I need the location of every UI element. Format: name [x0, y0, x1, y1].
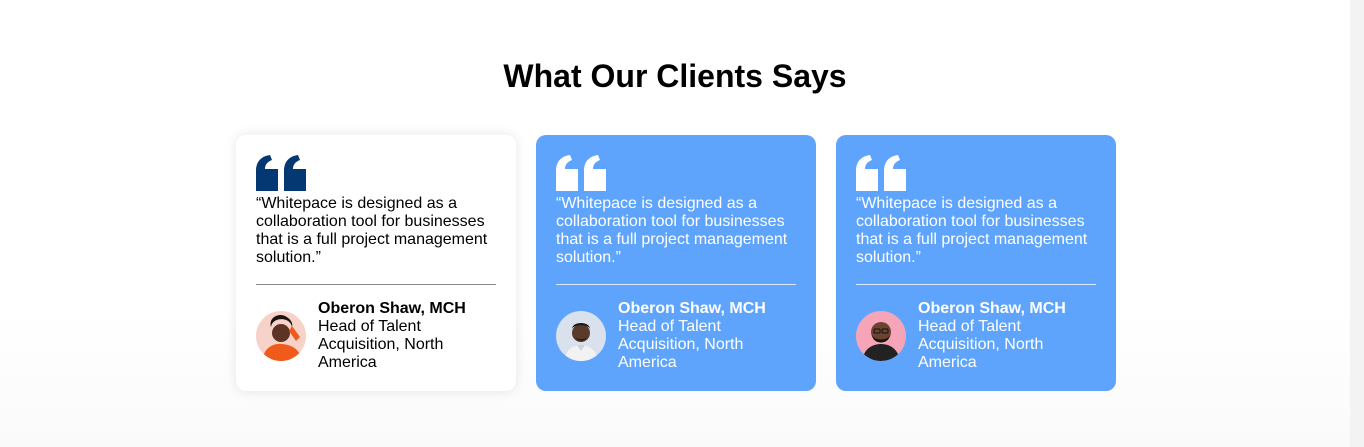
section-title: What Our Clients Says — [503, 58, 847, 94]
testimonials-section: What Our Clients Says “Whitepace is desi… — [0, 0, 1350, 447]
testimonial-quote: “Whitepace is designed as a collaboratio… — [556, 195, 788, 266]
quote-icon — [256, 155, 306, 191]
testimonial-card: “Whitepace is designed as a collaboratio… — [836, 135, 1116, 391]
author-name: Oberon Shaw, MCH — [618, 300, 766, 317]
testimonial-quote: “Whitepace is designed as a collaboratio… — [856, 195, 1088, 266]
testimonial-quote: “Whitepace is designed as a collaboratio… — [256, 195, 488, 266]
avatar — [256, 311, 306, 361]
scrollbar-track[interactable] — [1350, 0, 1364, 447]
author-block: Oberon Shaw, MCH Head of Talent Acquisit… — [856, 300, 1096, 372]
author-role: Head of Talent Acquisition, North Americ… — [918, 318, 1044, 371]
testimonial-card: “Whitepace is designed as a collaboratio… — [536, 135, 816, 391]
author-name: Oberon Shaw, MCH — [918, 300, 1066, 317]
author-name: Oberon Shaw, MCH — [318, 300, 466, 317]
author-block: Oberon Shaw, MCH Head of Talent Acquisit… — [556, 300, 796, 372]
author-block: Oberon Shaw, MCH Head of Talent Acquisit… — [256, 300, 496, 372]
quote-icon — [856, 155, 906, 191]
author-role: Head of Talent Acquisition, North Americ… — [318, 318, 444, 371]
divider — [556, 284, 796, 285]
divider — [856, 284, 1096, 285]
avatar — [556, 311, 606, 361]
quote-icon — [556, 155, 606, 191]
divider — [256, 284, 496, 285]
avatar — [856, 311, 906, 361]
author-role: Head of Talent Acquisition, North Americ… — [618, 318, 744, 371]
testimonial-card: “Whitepace is designed as a collaboratio… — [236, 135, 516, 391]
